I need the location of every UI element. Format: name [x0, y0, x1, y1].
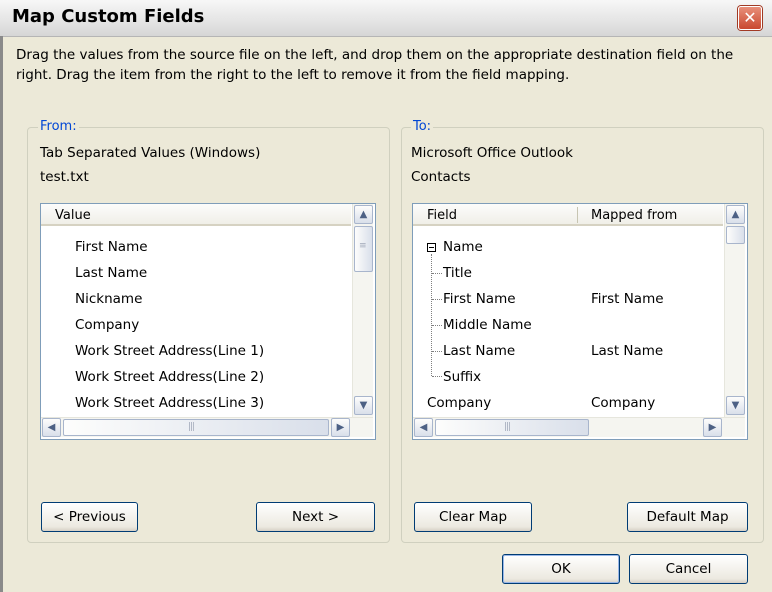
tree-item-mapped: First Name	[591, 291, 664, 307]
destination-folder-label: Contacts	[411, 169, 471, 185]
left-arrow-icon: ◀	[47, 422, 56, 433]
cancel-button[interactable]: Cancel	[629, 554, 748, 584]
down-arrow-icon: ▼	[731, 400, 740, 411]
source-type-label: Tab Separated Values (Windows)	[40, 145, 261, 161]
instructions-text: Drag the values from the source file on …	[16, 47, 734, 83]
tree-item-mapped: Last Name	[591, 343, 664, 359]
tree-item-field[interactable]: Middle Name	[443, 317, 532, 333]
close-button[interactable]: ✕	[738, 6, 762, 30]
list-item[interactable]: First Name	[75, 239, 148, 255]
column-separator	[577, 207, 578, 223]
tree-line	[432, 351, 442, 352]
tree-line	[432, 299, 442, 300]
scroll-up-button[interactable]: ▲	[354, 205, 373, 224]
list-item[interactable]: Work Street Address(Line 2)	[75, 369, 264, 385]
scroll-left-button[interactable]: ◀	[414, 418, 433, 437]
horizontal-scrollbar[interactable]: ◀ ||| ▶	[41, 417, 373, 437]
scroll-thumb[interactable]	[726, 226, 745, 244]
window-border	[0, 36, 3, 592]
list-item[interactable]: Work Street Address(Line 1)	[75, 343, 264, 359]
up-arrow-icon: ▲	[731, 209, 740, 220]
right-arrow-icon: ▶	[708, 422, 717, 433]
tree-item-mapped: Company	[591, 395, 656, 411]
list-header: Value	[41, 204, 351, 226]
scroll-down-button[interactable]: ▼	[726, 396, 745, 415]
destination-app-label: Microsoft Office Outlook	[411, 145, 573, 161]
scroll-up-button[interactable]: ▲	[726, 205, 745, 224]
ok-button[interactable]: OK	[502, 554, 620, 584]
tree-item-field[interactable]: Last Name	[443, 343, 515, 359]
tree-item-field[interactable]: Company	[427, 395, 491, 411]
vertical-scrollbar[interactable]: ▲ ▼	[724, 204, 745, 417]
previous-button[interactable]: < Previous	[41, 502, 138, 532]
left-arrow-icon: ◀	[419, 422, 428, 433]
scroll-thumb[interactable]: |||	[63, 419, 329, 436]
list-header: Field Mapped from	[413, 204, 723, 226]
grip-icon: |||	[188, 422, 195, 432]
down-arrow-icon: ▼	[359, 400, 368, 411]
tree-group-name[interactable]: Name	[443, 239, 483, 255]
destination-fields-list[interactable]: Field Mapped from Name Title First Name …	[412, 203, 748, 440]
column-header-value[interactable]: Value	[55, 208, 91, 223]
list-item[interactable]: Last Name	[75, 265, 147, 281]
right-arrow-icon: ▶	[336, 422, 345, 433]
column-header-field[interactable]: Field	[427, 208, 457, 223]
scroll-thumb[interactable]: |||	[435, 419, 589, 436]
list-item[interactable]: Work Street Address(Line 3)	[75, 395, 264, 411]
from-legend: From:	[38, 119, 79, 134]
tree-item-field[interactable]: Suffix	[443, 369, 481, 385]
tree-line	[432, 273, 442, 274]
source-file-label: test.txt	[40, 169, 89, 185]
scroll-right-button[interactable]: ▶	[331, 418, 350, 437]
scroll-down-button[interactable]: ▼	[354, 396, 373, 415]
scroll-right-button[interactable]: ▶	[703, 418, 722, 437]
column-header-mapped-from[interactable]: Mapped from	[591, 208, 677, 223]
list-item[interactable]: Nickname	[75, 291, 142, 307]
scroll-thumb[interactable]: ≡	[354, 226, 373, 272]
list-item[interactable]: Company	[75, 317, 139, 333]
up-arrow-icon: ▲	[359, 209, 368, 220]
window-title: Map Custom Fields	[12, 6, 205, 27]
clear-map-button[interactable]: Clear Map	[414, 502, 532, 532]
grip-icon: |||	[504, 422, 511, 432]
to-legend: To:	[411, 119, 434, 134]
tree-line	[432, 376, 442, 377]
source-values-list[interactable]: Value First Name Last Name Nickname Comp…	[40, 203, 376, 440]
horizontal-scrollbar[interactable]: ◀ ||| ▶	[413, 417, 745, 437]
scroll-left-button[interactable]: ◀	[42, 418, 61, 437]
next-button[interactable]: Next >	[256, 502, 375, 532]
default-map-button[interactable]: Default Map	[627, 502, 748, 532]
tree-item-field[interactable]: First Name	[443, 291, 516, 307]
tree-item-field[interactable]: Title	[443, 265, 472, 281]
collapse-minus-icon[interactable]	[427, 243, 436, 252]
close-icon: ✕	[743, 8, 757, 27]
tree-line	[432, 325, 442, 326]
vertical-scrollbar[interactable]: ▲ ≡ ▼	[352, 204, 373, 417]
grip-icon: ≡	[359, 241, 366, 251]
